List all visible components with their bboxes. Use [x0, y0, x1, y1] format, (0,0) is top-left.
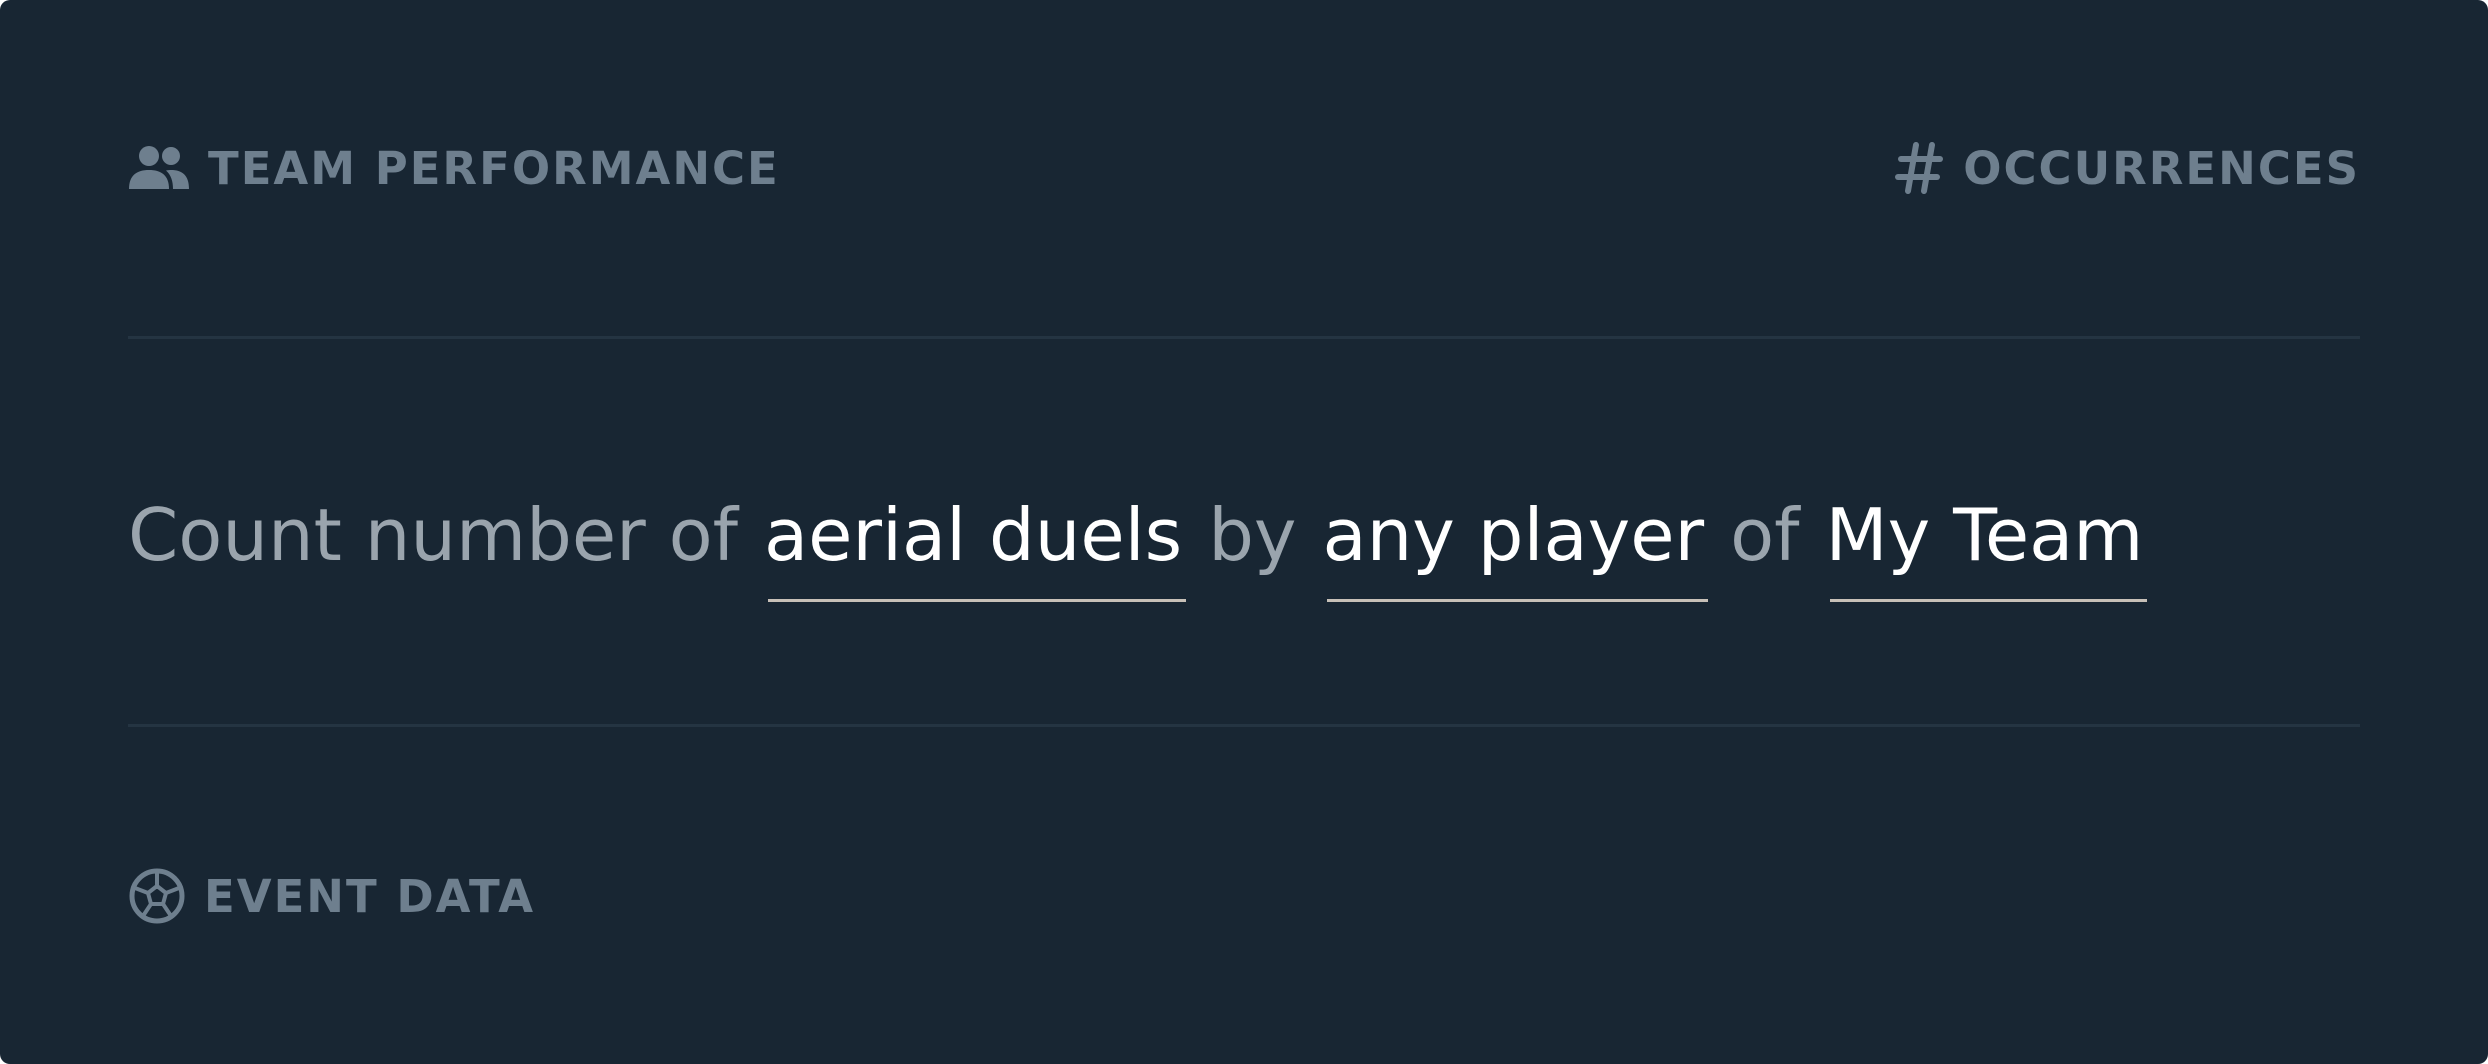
query-card: TEAM PERFORMANCE OCCURRENCES Count numbe… [0, 0, 2488, 1064]
card-footer: EVENT DATA [128, 862, 535, 930]
query-prefix: Count number of [128, 493, 738, 577]
team-icon [128, 145, 190, 191]
card-header: TEAM PERFORMANCE OCCURRENCES [128, 134, 2360, 202]
source-label: EVENT DATA [204, 869, 536, 923]
metric-label: OCCURRENCES [1963, 141, 2360, 195]
query-sentence: Count number of aerial duels by any play… [128, 490, 2148, 602]
team-selector[interactable]: My Team [1826, 490, 2148, 602]
metric-badge: OCCURRENCES [1895, 142, 2360, 195]
top-divider [128, 336, 2360, 339]
bottom-divider [128, 724, 2360, 727]
category-label: TEAM PERFORMANCE [208, 141, 780, 195]
player-selector[interactable]: any player [1323, 490, 1708, 602]
soccer-ball-icon [128, 867, 186, 925]
connector-by: by [1208, 493, 1297, 577]
hash-icon [1895, 142, 1945, 194]
connector-of: of [1730, 493, 1800, 577]
category-badge: TEAM PERFORMANCE [128, 142, 780, 195]
event-selector[interactable]: aerial duels [764, 490, 1187, 602]
source-badge: EVENT DATA [128, 867, 535, 925]
